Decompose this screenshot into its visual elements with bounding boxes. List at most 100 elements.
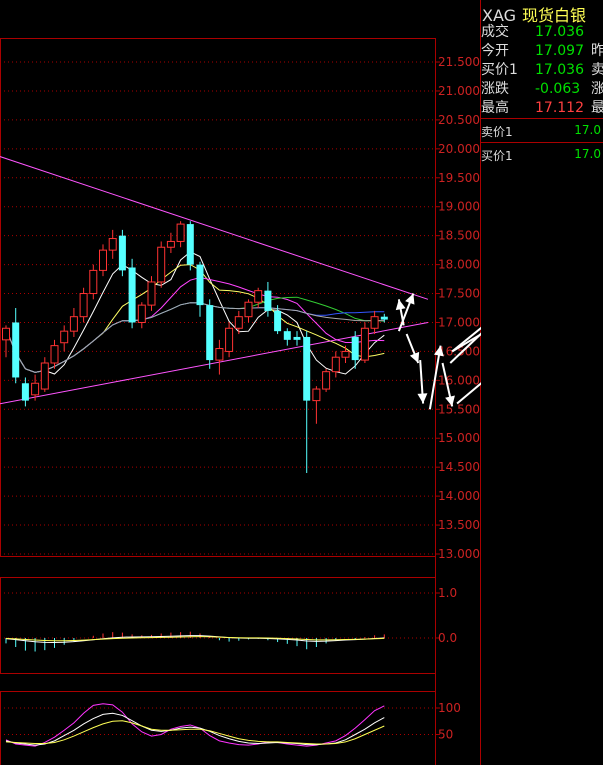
y-tick-label: 17.000: [438, 315, 480, 329]
quote-row: 买价1 17.036 卖价1: [481, 60, 603, 80]
bid-value: 17.0: [574, 147, 601, 161]
y-tick-label: 20.000: [438, 142, 480, 156]
quote-label: 涨跌: [481, 81, 509, 97]
candle-body-up: [147, 281, 156, 306]
kdj-grid: [0, 707, 435, 735]
candle-body-up: [60, 330, 69, 344]
arrow-head: [417, 393, 428, 404]
candle-body-up: [69, 316, 78, 332]
candle-body-up: [370, 316, 379, 329]
kdj-y-axis-ticks: 100 50: [435, 701, 461, 742]
candle-body-up: [166, 240, 175, 248]
macd-lines: [5, 635, 385, 644]
trading-terminal: { "quote_panel": { "symbol": "XAG", "nam…: [0, 0, 603, 765]
main-grid: [0, 61, 435, 555]
candle-body-up: [79, 293, 88, 318]
kdj-panel-frame: [0, 691, 436, 765]
candle-body-down: [128, 267, 136, 323]
candle-body-down: [264, 290, 272, 311]
moving-average-lines: [5, 251, 385, 375]
quote-value: 17.097: [535, 43, 584, 59]
quote-extra-label: 涨跌幅: [591, 81, 603, 97]
arrow-head: [395, 299, 406, 311]
candle-body-down: [12, 322, 20, 378]
candle-body-down: [303, 336, 311, 401]
candle-body-up: [234, 316, 243, 329]
kdj-series-line: [5, 720, 385, 745]
quote-row: 涨跌 -0.063 涨跌幅: [481, 79, 603, 99]
macd-dea-line: [5, 636, 385, 642]
candle-body-up: [331, 356, 340, 373]
quote-row: 最高 17.112 最低: [481, 98, 603, 118]
y-tick-label: 15.000: [438, 431, 480, 445]
candle-body-down: [283, 331, 291, 340]
quote-divider: [481, 118, 603, 119]
candle-body-down: [196, 264, 204, 306]
candle-body-up: [108, 238, 117, 251]
y-tick-label: 100: [438, 701, 461, 715]
forecast-arrow: [395, 299, 406, 326]
candle-body-up: [40, 362, 49, 390]
y-tick-label: 50: [438, 728, 453, 742]
candle-body-up: [244, 301, 253, 318]
quote-panel: XAG现货白银 成交17.036今开17.097昨结买价117.036卖价1涨跌…: [481, 0, 603, 765]
bid-label: 买价1: [481, 149, 513, 163]
y-tick-label: 0.0: [438, 631, 457, 645]
candle-body-up: [99, 249, 107, 271]
candle-body-down: [380, 316, 388, 320]
candlesticks: [2, 221, 388, 473]
candle-body-up: [360, 327, 369, 361]
forecast-arrow: [417, 360, 428, 404]
quote-row: 成交 17.036: [481, 22, 591, 42]
candle-body-up: [225, 327, 234, 352]
candle-body-up: [2, 327, 10, 341]
candle-body-up: [31, 382, 40, 396]
ask-label: 卖价1: [481, 125, 513, 139]
macd-panel-frame: [0, 577, 436, 674]
quote-label: 买价1: [481, 62, 518, 78]
y-tick-label: 15.500: [438, 402, 480, 416]
y-tick-label: 19.500: [438, 171, 480, 185]
y-tick-label: 13.000: [438, 547, 480, 561]
candle-body-down: [21, 383, 29, 401]
quote-extra-label: 昨结: [591, 43, 603, 59]
candle-body-up: [50, 345, 59, 364]
moving-average-line: [5, 251, 385, 375]
y-tick-label: 1.0: [438, 586, 457, 600]
candle-body-down: [293, 336, 301, 340]
candle-body-up: [176, 223, 185, 242]
y-tick-label: 13.500: [438, 518, 480, 532]
candle-body-up: [89, 269, 98, 295]
quote-extra-label: 最低: [591, 100, 603, 116]
candle-body-up: [215, 348, 224, 361]
candle-body-up: [322, 371, 331, 390]
y-tick-label: 21.500: [438, 55, 480, 69]
trendline: [0, 156, 429, 300]
forecast-arrow: [405, 333, 420, 364]
macd-histogram: [5, 631, 385, 652]
quote-row: 今开 17.097 昨结: [481, 41, 603, 61]
quote-value: -0.063: [535, 81, 581, 97]
quote-value: 17.036: [535, 62, 584, 78]
quote-label: 最高: [481, 100, 509, 116]
y-tick-label: 21.000: [438, 84, 480, 98]
candle-body-up: [341, 350, 350, 358]
candle-body-down: [274, 310, 282, 332]
quote-value: 17.112: [535, 100, 584, 116]
moving-average-line: [5, 276, 385, 373]
trendlines: [0, 156, 429, 405]
macd-grid: [0, 592, 435, 639]
orderbook-ask[interactable]: 卖价1 17.0: [481, 120, 603, 142]
candle-body-up: [137, 304, 146, 323]
candle-body-down: [118, 235, 126, 271]
y-tick-label: 20.500: [438, 113, 480, 127]
y-tick-label: 18.500: [438, 229, 480, 243]
quote-label: 成交: [481, 24, 509, 40]
chart-area: 21.500 21.000 20.500 20.000 19.500 19.000 18.5…: [0, 0, 481, 765]
quote-value: 17.036: [535, 24, 584, 40]
macd-y-axis-ticks: 1.0 0.0: [435, 586, 457, 645]
orderbook-bid[interactable]: 买价1 17.0: [481, 144, 603, 166]
main-y-axis-ticks: 21.500 21.000 20.500 20.000 19.500 19.000 18.5…: [435, 55, 480, 561]
ask-value: 17.0: [574, 123, 601, 137]
candle-body-up: [157, 246, 166, 283]
